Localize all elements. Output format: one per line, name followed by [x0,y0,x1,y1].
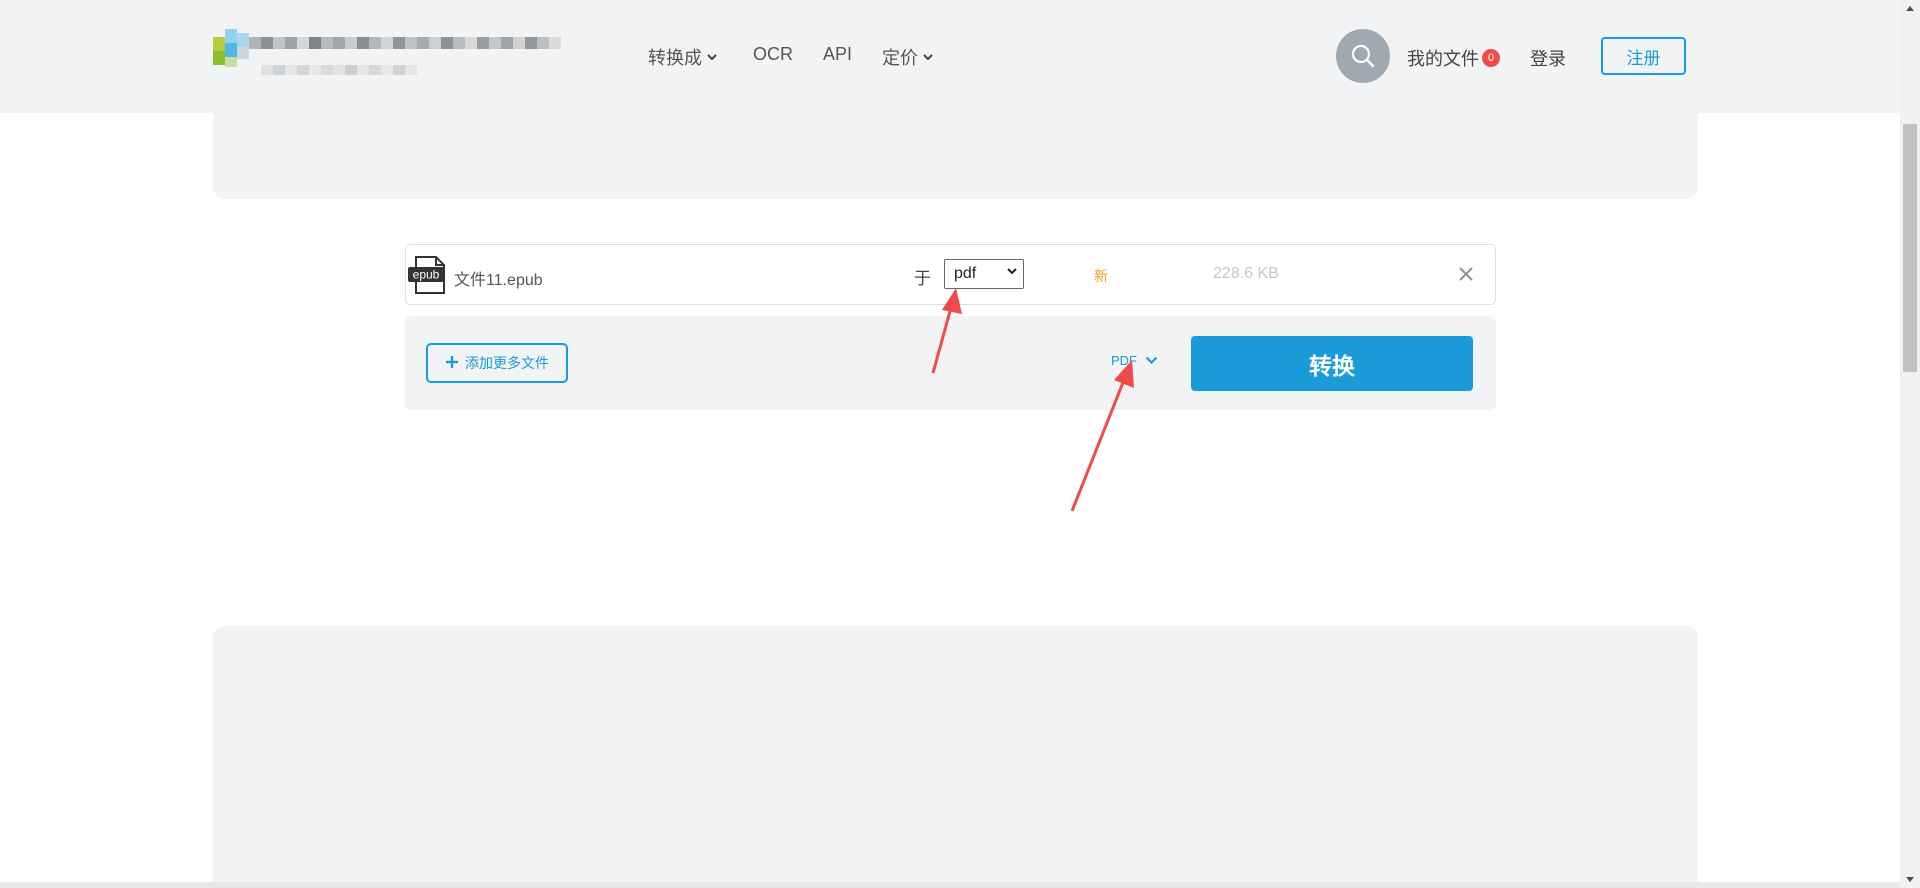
epub-file-icon: epub [408,256,445,294]
file-name: 文件11.epub [454,272,543,289]
scroll-down-arrow-icon[interactable] [1900,871,1920,888]
nav-pricing[interactable]: 定价 [882,44,933,70]
nav-ocr[interactable]: OCR [753,44,793,65]
convert-all-format-dropdown[interactable]: PDF [1111,353,1158,368]
vertical-scrollbar[interactable] [1900,0,1920,888]
chevron-down-icon [1145,353,1158,368]
format-select[interactable]: pdf [944,259,1024,289]
file-row: epub 文件11.epub 于 pdf 新 228.6 KB [405,244,1496,305]
add-more-files-label: 添加更多文件 [465,355,549,371]
nav-api-label: API [823,44,853,64]
site-header: 转换成 OCR API 定价 我的文件 0 登录 注册 [0,0,1900,113]
nav-convert-to-label: 转换成 [648,48,702,68]
register-button[interactable]: 注册 [1601,37,1686,75]
action-bar: 添加更多文件 PDF 转换 [405,316,1496,410]
convert-all-format-label: PDF [1111,353,1137,368]
scrollbar-thumb[interactable] [1903,124,1917,372]
bottom-edge-strip [0,882,1900,888]
nav-pricing-label: 定价 [882,48,918,68]
search-button[interactable] [1336,29,1390,83]
scroll-up-arrow-icon[interactable] [1900,0,1920,17]
close-icon [1459,267,1473,281]
format-select-value: pdf [954,265,977,282]
chevron-down-icon [1007,266,1017,278]
add-more-files-button[interactable]: 添加更多文件 [426,343,568,383]
my-files-label: 我的文件 [1407,49,1479,69]
new-status-label: 新 [1094,268,1108,284]
chevron-down-icon [707,52,717,64]
file-size: 228.6 KB [1213,265,1279,282]
chevron-down-icon [923,52,933,64]
nav-api[interactable]: API [823,44,852,65]
convert-button[interactable]: 转换 [1191,336,1473,391]
file-count-badge: 0 [1482,49,1500,67]
nav-ocr-label: OCR [753,44,793,64]
nav-convert-to[interactable]: 转换成 [648,44,717,70]
pixelated-logo-image [213,29,561,75]
plus-icon [445,351,459,373]
remove-file-button[interactable] [1453,259,1479,289]
site-logo[interactable] [213,29,561,83]
bottom-content-panel [213,626,1698,888]
top-banner-panel [213,100,1698,199]
epub-icon-label: epub [413,268,440,282]
login-link[interactable]: 登录 [1530,45,1566,71]
search-icon [1351,44,1375,68]
my-files-link[interactable]: 我的文件 0 [1407,45,1500,71]
to-format-label: 于 [914,269,931,288]
